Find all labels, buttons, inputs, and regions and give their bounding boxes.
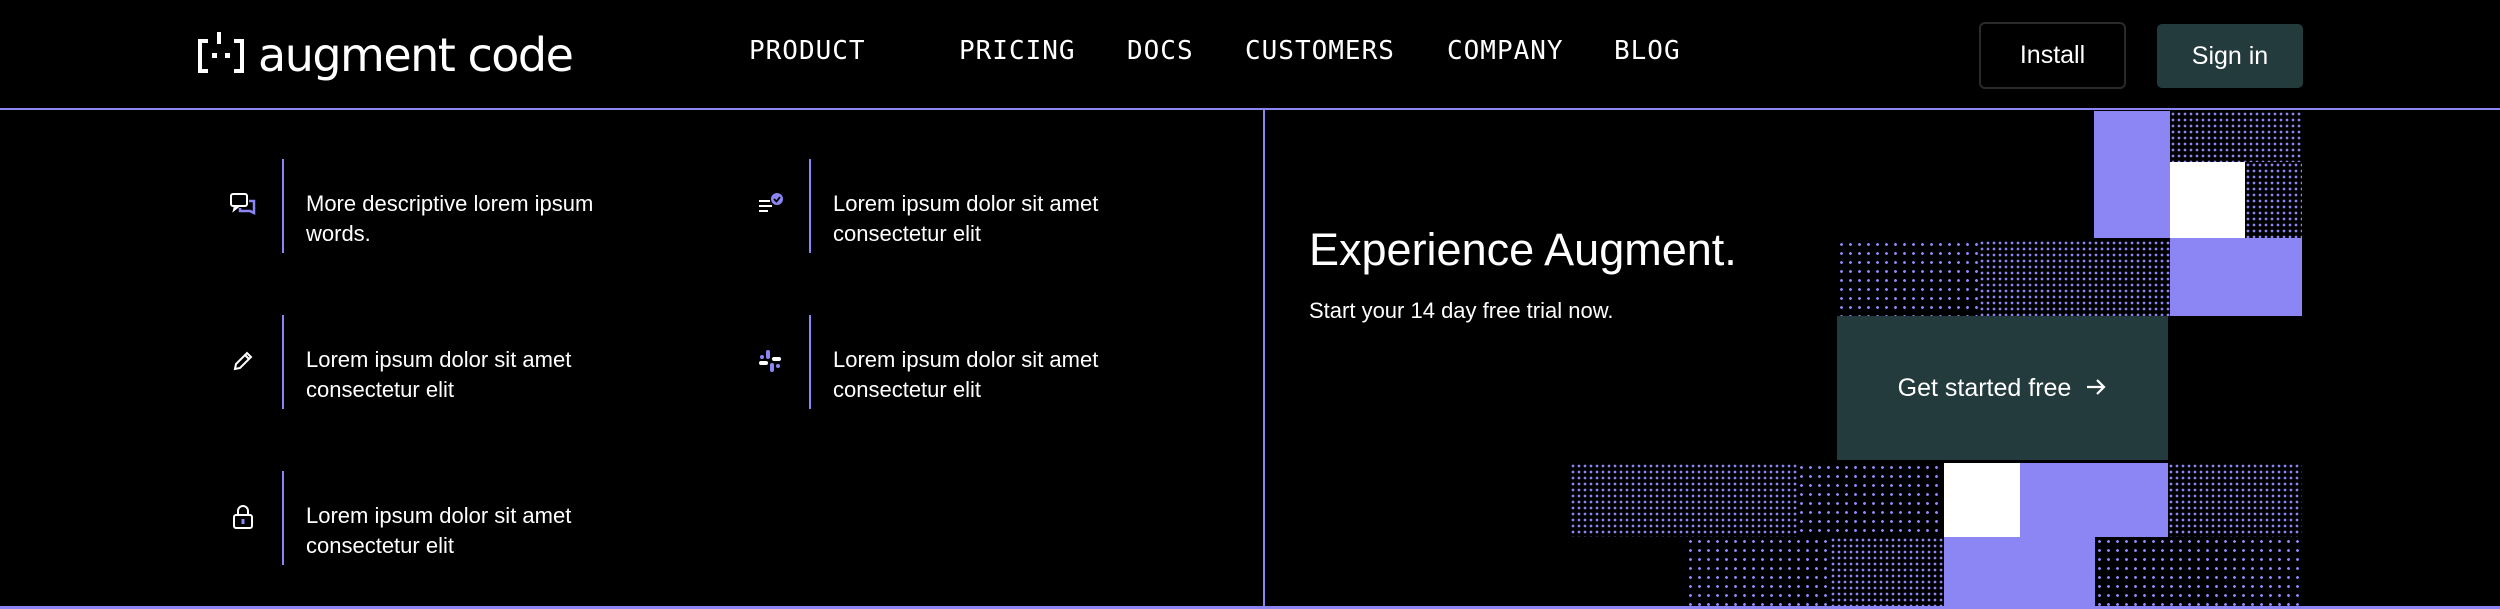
feature-text: Lorem ipsum dolor sit amet consectetur e… (306, 347, 572, 402)
get-started-button[interactable]: Get started free (1837, 316, 2168, 460)
cta-subtitle: Start your 14 day free trial now. (1309, 298, 1614, 323)
cta-title: Experience Augment. (1309, 224, 1737, 275)
feature-text: Lorem ipsum dolor sit amet consectetur e… (833, 347, 1099, 402)
feature-text: Lorem ipsum dolor sit amet consectetur e… (833, 191, 1099, 246)
panel-divider (1263, 110, 1265, 609)
feature-divider (809, 315, 811, 409)
feature-item-descriptive[interactable]: More descriptive lorem ipsum words. (229, 159, 649, 253)
sign-in-button[interactable]: Sign in (2157, 24, 2303, 88)
feature-text: More descriptive lorem ipsum words. (306, 191, 594, 246)
nav-item-pricing[interactable]: PRICING (959, 36, 1076, 66)
augment-logo-icon (196, 31, 246, 79)
nav-item-customers[interactable]: CUSTOMERS (1245, 36, 1395, 66)
feature-text: Lorem ipsum dolor sit amet consectetur e… (306, 503, 572, 558)
feature-divider (809, 159, 811, 253)
feature-divider (282, 315, 284, 409)
chat-bubbles-icon (229, 191, 257, 219)
feature-item-pencil[interactable]: Lorem ipsum dolor sit amet consectetur e… (229, 315, 649, 409)
feature-item-lock[interactable]: Lorem ipsum dolor sit amet consectetur e… (229, 471, 649, 565)
feature-divider (282, 471, 284, 565)
nav-item-docs[interactable]: DOCS (1127, 36, 1194, 66)
pencil-icon (229, 347, 257, 375)
brand-logo[interactable]: augment code (196, 28, 574, 82)
arrow-right-icon (2085, 373, 2107, 404)
nav-item-company[interactable]: COMPANY (1447, 36, 1564, 66)
top-nav-bar: augment code PRODUCT PRICING DOCS CUSTOM… (0, 0, 2500, 110)
get-started-label: Get started free (1897, 373, 2072, 402)
feature-item-slack[interactable]: Lorem ipsum dolor sit amet consectetur e… (756, 315, 1176, 409)
slack-icon (756, 347, 784, 375)
nav-item-product[interactable]: PRODUCT (749, 36, 866, 66)
lock-icon (229, 503, 257, 531)
nav-item-blog[interactable]: BLOG (1614, 36, 1681, 66)
install-button[interactable]: Install (1979, 22, 2126, 89)
feature-item-checklist[interactable]: Lorem ipsum dolor sit amet consectetur e… (756, 159, 1176, 253)
checklist-icon (756, 191, 784, 219)
feature-divider (282, 159, 284, 253)
brand-name: augment code (258, 28, 574, 82)
